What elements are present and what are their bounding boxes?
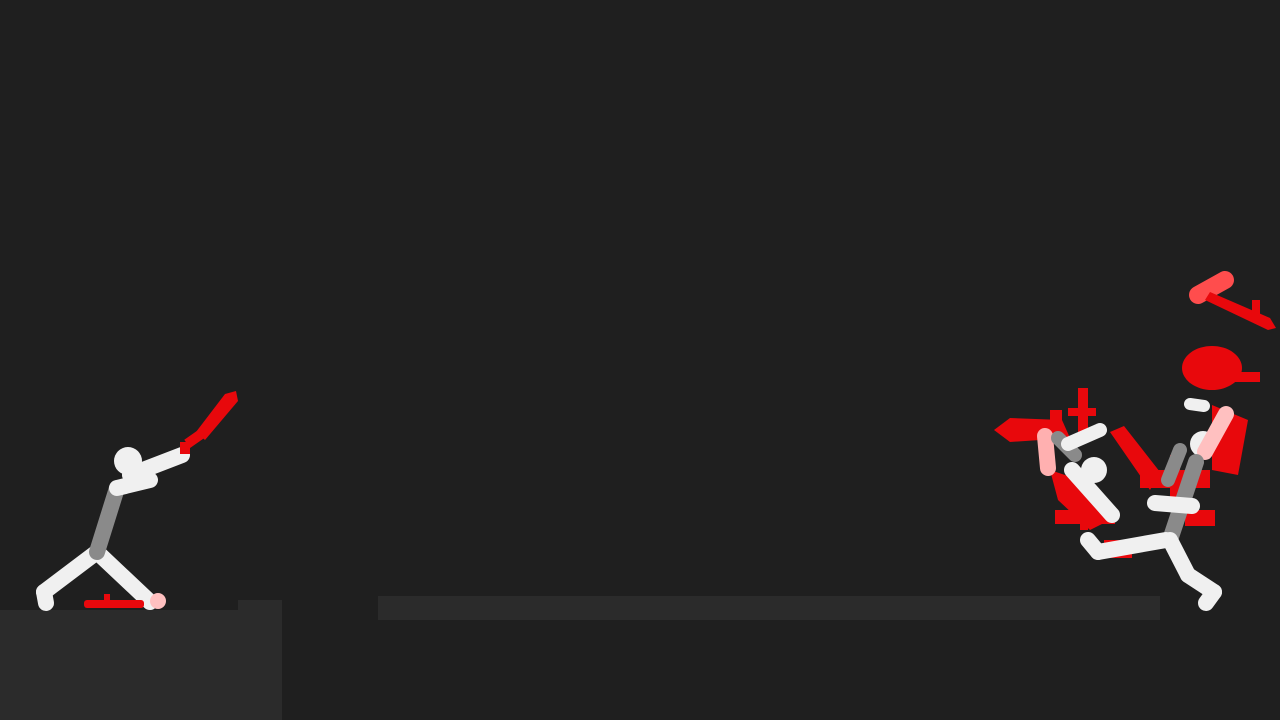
ground-block-left bbox=[0, 610, 282, 720]
floating-platform-center bbox=[378, 596, 1160, 620]
ground-block-left-step bbox=[238, 600, 282, 612]
stickman-left-shin bbox=[36, 584, 54, 611]
stickman-foot bbox=[150, 593, 166, 609]
game-scene bbox=[0, 0, 1280, 720]
